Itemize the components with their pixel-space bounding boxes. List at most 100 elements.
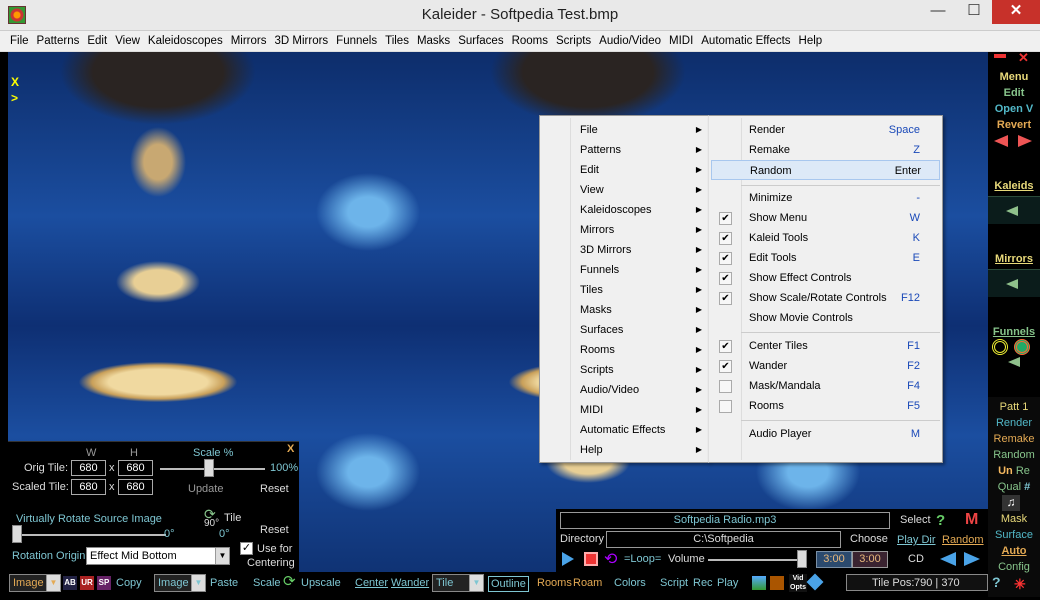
random-track-button[interactable]: Random [942,534,984,546]
midi-m-button[interactable]: M [965,511,978,529]
ctx-kaleid-tools[interactable]: ✔ Kaleid Tools K [709,228,942,248]
record-button[interactable]: Rec [693,576,713,590]
sp-icon[interactable]: SP [97,576,111,590]
menu-help[interactable]: Help [795,35,827,47]
menu-midi[interactable]: MIDI [665,35,697,47]
minimize-button[interactable]: — [920,0,956,24]
undo-button[interactable]: Un [998,465,1013,477]
minimize-tools-icon[interactable] [994,54,1006,58]
ctx-help[interactable]: Help ▶ [540,440,708,460]
update-button[interactable]: Update [188,483,223,495]
orig-height-field[interactable]: 680 [118,460,153,476]
paste-button[interactable]: Paste [210,576,238,590]
ctx-audio-player[interactable]: Audio Player M [709,424,942,444]
ctx-show-effect-controls[interactable]: ✔ Show Effect Controls [709,268,942,288]
funnel-target-icon[interactable] [1014,339,1030,355]
quality-hash[interactable]: # [1024,481,1030,493]
reset-scale-button[interactable]: Reset [260,483,289,495]
ur-icon[interactable]: UR [80,576,94,590]
mask-button[interactable]: Mask [988,511,1040,527]
menu-surfaces[interactable]: Surfaces [454,35,507,47]
ctx-minimize[interactable]: Minimize - [709,188,942,208]
colors-button[interactable]: Colors [614,576,646,590]
quality-button[interactable]: Qual [998,481,1021,493]
next-track-icon[interactable] [964,552,980,566]
funnel-target-icon[interactable] [992,339,1008,355]
menu-file[interactable]: File [6,35,33,47]
film-icon[interactable] [770,576,784,590]
menu-funnels[interactable]: Funnels [332,35,381,47]
orig-width-field[interactable]: 680 [71,460,106,476]
refresh-icon[interactable]: ⟳ [283,572,296,590]
rooms-button[interactable]: Rooms [537,576,572,590]
center-toggle[interactable]: Center [355,576,388,590]
ctx-remake[interactable]: Remake Z [709,140,942,160]
ctx-mirrors[interactable]: Mirrors ▶ [540,220,708,240]
menu-tiles[interactable]: Tiles [381,35,413,47]
use-for-centering-checkbox[interactable]: ✓ [240,542,253,555]
script-button[interactable]: Script [660,576,688,590]
star-icon[interactable]: ✳ [1014,576,1026,593]
cd-button[interactable]: CD [908,553,924,565]
volume-slider[interactable] [708,559,806,561]
ctx-automatic-effects[interactable]: Automatic Effects ▶ [540,420,708,440]
open-button[interactable]: Open V [988,101,1040,117]
remake-button[interactable]: Remake [988,431,1040,447]
menu-audio-video[interactable]: Audio/Video [595,35,665,47]
ab-icon[interactable]: AB [63,576,77,590]
choose-dir-button[interactable]: Choose [850,533,888,545]
ctx-center-tiles[interactable]: ✔ Center Tiles F1 [709,336,942,356]
ctx-scripts[interactable]: Scripts ▶ [540,360,708,380]
ctx-tiles[interactable]: Tiles ▶ [540,280,708,300]
video-options-button[interactable]: Vid Opts [789,574,807,592]
scale-slider-thumb[interactable] [204,459,214,477]
config-button[interactable]: Config [988,559,1040,575]
copy-button[interactable]: Copy [116,576,142,590]
menu-edit[interactable]: Edit [83,35,111,47]
picture-icon[interactable] [752,576,766,590]
image-source-select[interactable]: Image ▼ [9,574,61,592]
reset-rotation-button[interactable]: Reset [260,524,289,536]
ctx-rooms-toggle[interactable]: Rooms F5 [709,396,942,416]
ctx-show-movie-controls[interactable]: Show Movie Controls [709,308,942,328]
play-dir-button[interactable]: Play Dir [897,534,936,546]
select-track-button[interactable]: Select [900,514,931,526]
ctx-edit[interactable]: Edit ▶ [540,160,708,180]
ctx-view[interactable]: View ▶ [540,180,708,200]
ctx-3d-mirrors[interactable]: 3D Mirrors ▶ [540,240,708,260]
prev-track-icon[interactable] [940,552,956,566]
ctx-rooms[interactable]: Rooms ▶ [540,340,708,360]
ctx-mask-mandala[interactable]: Mask/Mandala F4 [709,376,942,396]
left-arrow-icon[interactable] [1008,357,1020,367]
ctx-show-scale-rotate-controls[interactable]: ✔ Show Scale/Rotate Controls F12 [709,288,942,308]
ctx-kaleidoscopes[interactable]: Kaleidoscopes ▶ [540,200,708,220]
roam-button[interactable]: Roam [573,576,602,590]
ctx-midi[interactable]: MIDI ▶ [540,400,708,420]
help-button[interactable]: ? [992,574,1001,590]
scaled-height-field[interactable]: 680 [118,479,153,495]
menu-rooms[interactable]: Rooms [508,35,552,47]
loop-label[interactable]: =Loop= [624,553,661,565]
menu-toggle[interactable]: Menu [988,69,1040,85]
volume-slider-thumb[interactable] [797,550,807,568]
maximize-button[interactable]: ☐ [956,0,992,24]
prev-arrow-icon[interactable] [994,135,1008,147]
menu-automatic-effects[interactable]: Automatic Effects [697,35,794,47]
scale-button[interactable]: Scale [253,576,281,590]
kaleids-bar[interactable] [988,196,1040,224]
edit-button[interactable]: Edit [988,85,1040,101]
kaleids-button[interactable]: Kaleids [988,178,1040,194]
rotate-slider-thumb[interactable] [12,525,22,543]
surface-button[interactable]: Surface [988,527,1040,543]
menu-mirrors[interactable]: Mirrors [227,35,271,47]
render-button[interactable]: Render [988,415,1040,431]
wander-toggle[interactable]: Wander [391,576,429,590]
ctx-surfaces[interactable]: Surfaces ▶ [540,320,708,340]
scaled-width-field[interactable]: 680 [71,479,106,495]
menu-view[interactable]: View [111,35,144,47]
mirrors-bar[interactable] [988,269,1040,297]
ctx-patterns[interactable]: Patterns ▶ [540,140,708,160]
ctx-funnels[interactable]: Funnels ▶ [540,260,708,280]
next-arrow-icon[interactable] [1018,135,1032,147]
menu-patterns[interactable]: Patterns [33,35,84,47]
